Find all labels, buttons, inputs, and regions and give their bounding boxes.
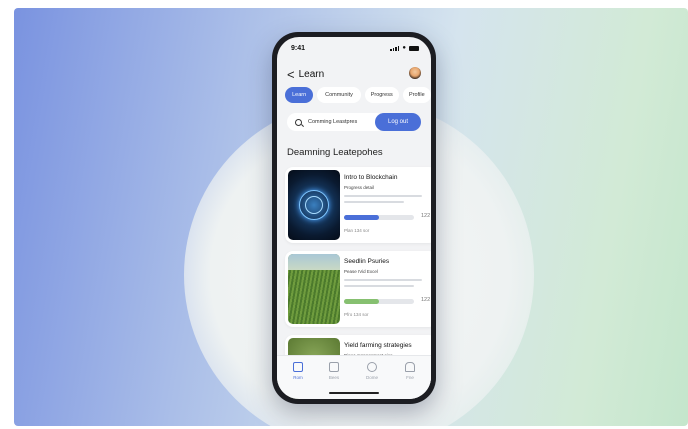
bottom-nav: Rom Bees Dome Fne	[277, 355, 431, 399]
nav-item-user[interactable]: Dome	[359, 362, 385, 380]
bell-icon	[405, 362, 415, 372]
app-header: < Learn	[287, 65, 421, 83]
course-title: Intro to Blockchain	[344, 174, 398, 181]
section-title: Deamning Leatepohes	[287, 147, 383, 158]
blockchain-thumbnail	[288, 170, 340, 240]
course-footer: Plan 134 sor	[344, 228, 370, 233]
search-icon	[295, 118, 302, 126]
search-text: Comming Leastpres	[308, 119, 358, 125]
course-subtitle: Pease IVid Excel	[344, 269, 378, 274]
progress-fill	[344, 215, 379, 220]
wifi-icon: ●	[402, 45, 406, 51]
nav-item-book[interactable]: Bees	[321, 362, 347, 380]
course-title: Yield farming strategies	[344, 342, 412, 349]
nav-label: Bees	[328, 375, 340, 380]
progress-fill	[344, 299, 379, 304]
search-row: Comming Leastpres Log out	[287, 113, 427, 131]
tab-community[interactable]: Community	[317, 87, 361, 103]
nav-label: Dome	[365, 375, 378, 380]
nav-label: Fne	[406, 375, 414, 380]
tab-profile[interactable]: Profile	[402, 87, 431, 103]
book-icon	[329, 362, 339, 372]
phone-frame: 9:41 ● < Learn Learn Community Progress …	[272, 32, 436, 404]
progress-bar	[344, 299, 414, 304]
course-description-line	[344, 285, 414, 287]
search-input[interactable]: Comming Leastpres	[287, 113, 385, 131]
course-title: Seedlin Psuries	[344, 258, 390, 265]
farm-field-thumbnail	[288, 254, 340, 324]
background-stage: 9:41 ● < Learn Learn Community Progress …	[14, 8, 688, 426]
home-icon	[293, 362, 303, 372]
nav-item-bell[interactable]: Fne	[397, 362, 423, 380]
logout-button[interactable]: Log out	[375, 113, 421, 131]
course-card-blockchain[interactable]: Intro to Blockchain Progress detail 122 …	[285, 167, 431, 243]
chain-ring-inner-graphic	[305, 196, 323, 214]
signal-icon	[390, 45, 400, 51]
course-card-seedling[interactable]: Seedlin Psuries Pease IVid Excel 122 Pfr…	[285, 251, 431, 327]
user-icon	[367, 362, 377, 372]
progress-value: 122	[421, 297, 431, 303]
course-footer: Pfro 134 sor	[344, 312, 369, 317]
back-icon[interactable]: <	[287, 68, 295, 81]
avatar[interactable]	[409, 67, 421, 79]
nav-item-home[interactable]: Rom	[285, 362, 311, 380]
course-description-line	[344, 201, 404, 203]
tab-bar: Learn Community Progress Profile	[285, 87, 431, 103]
phone-screen: 9:41 ● < Learn Learn Community Progress …	[277, 37, 431, 399]
battery-icon	[409, 45, 419, 51]
progress-bar	[344, 215, 414, 220]
status-time: 9:41	[291, 45, 306, 52]
nav-label: Rom	[293, 375, 303, 380]
progress-value: 122	[421, 213, 431, 219]
page-title: Learn	[298, 68, 325, 80]
course-subtitle: Progress detail	[344, 185, 375, 190]
status-icons: ●	[390, 45, 419, 51]
home-indicator	[329, 392, 379, 394]
tab-progress[interactable]: Progress	[364, 87, 399, 103]
tab-learn[interactable]: Learn	[285, 87, 314, 103]
course-description-line	[344, 279, 422, 281]
course-description-line	[344, 195, 422, 197]
